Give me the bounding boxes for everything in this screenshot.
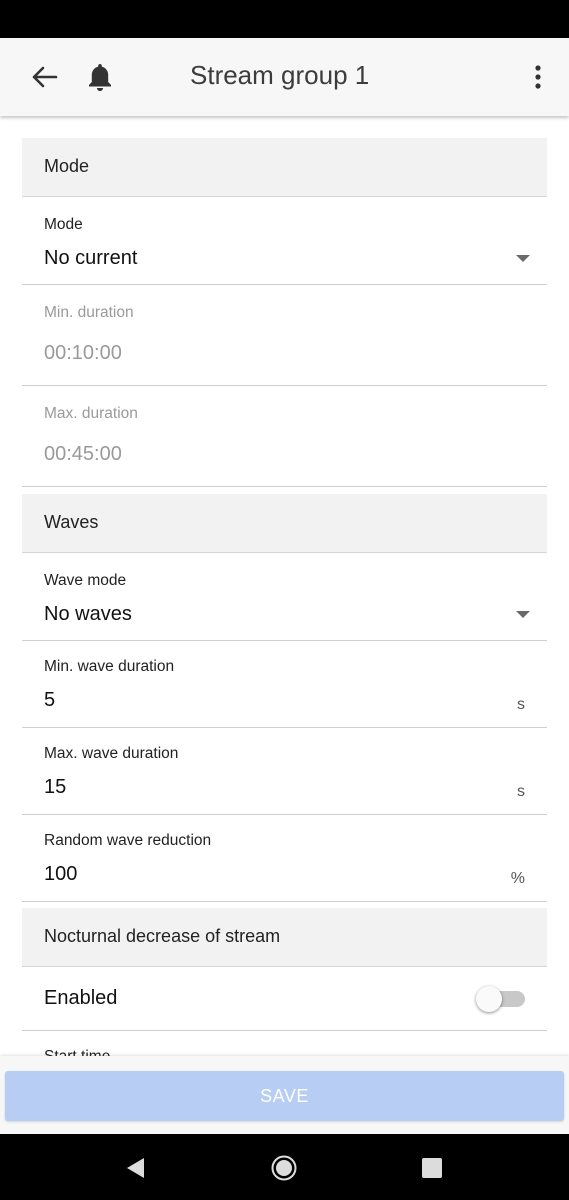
- section-title: Nocturnal decrease of stream: [44, 926, 281, 946]
- field-value: No current: [44, 247, 138, 269]
- nav-home-icon[interactable]: [271, 1155, 297, 1181]
- unit-label: s: [517, 696, 525, 713]
- field-value: No waves: [44, 603, 132, 625]
- nav-recents-icon[interactable]: [421, 1157, 443, 1179]
- page-title: Stream group 1: [190, 60, 370, 90]
- field-label: Min. wave duration: [44, 658, 175, 675]
- dropdown-arrow-icon: [516, 611, 530, 618]
- field-label: Random wave reduction: [44, 832, 212, 849]
- start-time-label: Start time: [44, 1048, 110, 1056]
- field-label: Min. duration: [44, 304, 134, 321]
- max-wave-duration-input[interactable]: Max. wave duration 15 s: [22, 728, 547, 815]
- field-value[interactable]: 15: [44, 776, 66, 799]
- bell-icon[interactable]: [86, 62, 114, 92]
- toggle-label: Enabled: [44, 987, 118, 1009]
- section-header-waves: Waves: [22, 494, 547, 553]
- arrow-back-icon[interactable]: [30, 65, 58, 89]
- unit-label: %: [510, 870, 525, 887]
- min-wave-duration-input[interactable]: Min. wave duration 5 s: [22, 641, 547, 728]
- wave-mode-select[interactable]: Wave mode No waves: [22, 553, 547, 641]
- save-button[interactable]: SAVE: [5, 1071, 564, 1121]
- nav-back-icon[interactable]: [124, 1156, 148, 1180]
- section-header-mode: Mode: [22, 138, 547, 197]
- field-value: 00:10:00: [44, 342, 122, 364]
- system-nav-bar: [0, 1134, 569, 1200]
- settings-form: Mode Mode No current Min. duration 00:10…: [0, 116, 569, 1056]
- field-label: Wave mode: [44, 572, 127, 589]
- field-label: Mode: [44, 216, 83, 233]
- max-duration-field: Max. duration 00:45:00: [22, 386, 547, 487]
- section-title: Waves: [44, 512, 99, 532]
- min-duration-field: Min. duration 00:10:00: [22, 285, 547, 386]
- field-label: Max. duration: [44, 405, 138, 422]
- unit-label: s: [517, 783, 525, 800]
- random-wave-reduction-input[interactable]: Random wave reduction 100 %: [22, 815, 547, 902]
- dropdown-arrow-icon: [516, 255, 530, 262]
- nocturnal-enabled-row: Enabled: [22, 968, 547, 1031]
- field-value[interactable]: 100: [44, 863, 77, 886]
- field-value[interactable]: 5: [44, 689, 55, 712]
- app-bar: Stream group 1: [0, 38, 569, 116]
- section-title: Mode: [44, 156, 90, 176]
- section-header-nocturnal: Nocturnal decrease of stream: [22, 908, 547, 967]
- field-value: 00:45:00: [44, 443, 122, 465]
- status-bar: [0, 0, 569, 38]
- more-vert-icon[interactable]: [528, 62, 548, 92]
- bottom-bar: SAVE: [0, 1056, 569, 1134]
- field-label: Max. wave duration: [44, 745, 179, 762]
- enabled-toggle[interactable]: [476, 986, 502, 1012]
- mode-select[interactable]: Mode No current: [22, 197, 547, 285]
